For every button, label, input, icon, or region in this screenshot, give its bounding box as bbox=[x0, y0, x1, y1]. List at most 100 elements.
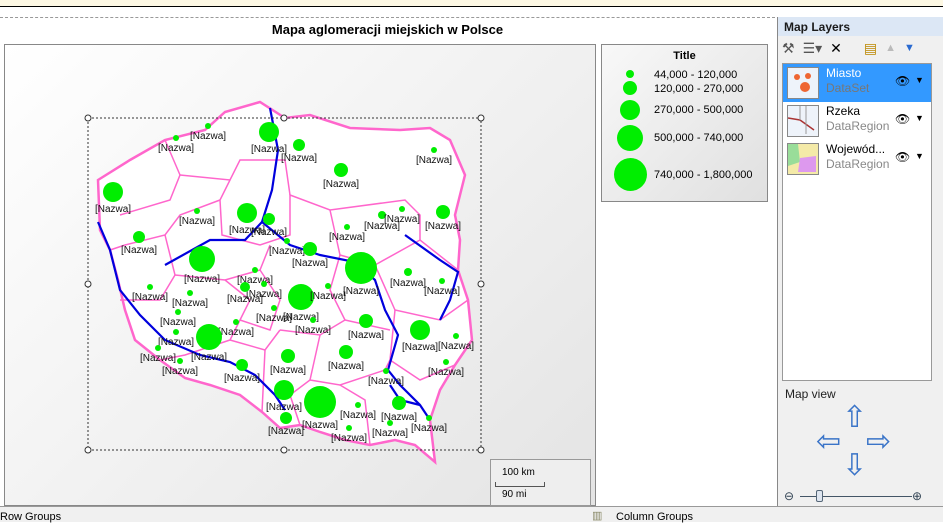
city-marker[interactable] bbox=[310, 317, 316, 323]
city-label: [Nazwa] bbox=[184, 274, 220, 285]
poland-map[interactable]: [Nazwa] [Nazwa] [Nazwa] [Nazwa] [Nazwa] [Nazw… bbox=[0, 0, 600, 506]
city-marker[interactable] bbox=[205, 123, 211, 129]
column-groups-label: Column Groups bbox=[616, 511, 694, 523]
city-label: [Nazwa] bbox=[227, 294, 263, 305]
zoom-thumb[interactable] bbox=[816, 490, 823, 502]
city-marker[interactable] bbox=[387, 420, 393, 426]
add-layer-wizard-icon[interactable]: ⚒ bbox=[782, 40, 795, 57]
zoom-out-icon[interactable]: ⊖ bbox=[784, 489, 794, 503]
city-label: [Nazwa] bbox=[428, 367, 464, 378]
city-marker[interactable] bbox=[187, 290, 193, 296]
city-marker[interactable] bbox=[252, 267, 258, 273]
layer-menu-chevron-icon[interactable]: ▼ bbox=[915, 75, 924, 85]
city-label: [Nazwa] bbox=[179, 216, 215, 227]
layer-item-wojewodztwa[interactable]: Wojewód... DataRegion 👁 ▼ bbox=[783, 140, 931, 178]
scale-bar: 100 km 90 mi bbox=[490, 459, 591, 506]
pan-down-icon[interactable]: ⇩ bbox=[842, 451, 867, 481]
city-marker[interactable] bbox=[196, 324, 222, 350]
city-marker[interactable] bbox=[325, 283, 331, 289]
city-marker[interactable] bbox=[236, 359, 248, 371]
layer-toolbar: ⚒ ☰▾ ✕ ▤ ▲ ▼ bbox=[778, 36, 943, 60]
zoom-in-icon[interactable]: ⊕ bbox=[912, 489, 922, 503]
layer-menu-chevron-icon[interactable]: ▼ bbox=[915, 151, 924, 161]
map-layers-panel: Map Layers ⚒ ☰▾ ✕ ▤ ▲ ▼ Miasto DataSet 👁… bbox=[777, 17, 943, 506]
city-marker[interactable] bbox=[237, 203, 257, 223]
city-label: [Nazwa] bbox=[95, 204, 131, 215]
layer-menu-chevron-icon[interactable]: ▼ bbox=[915, 113, 924, 123]
city-marker[interactable] bbox=[334, 163, 348, 177]
city-marker[interactable] bbox=[259, 122, 279, 142]
city-marker[interactable] bbox=[147, 284, 153, 290]
city-marker[interactable] bbox=[383, 368, 389, 374]
city-label: [Nazwa] bbox=[424, 286, 460, 297]
city-marker[interactable] bbox=[155, 345, 161, 351]
city-marker[interactable] bbox=[344, 224, 350, 230]
city-marker[interactable] bbox=[175, 309, 181, 315]
city-label: [Nazwa] bbox=[348, 330, 384, 341]
city-marker[interactable] bbox=[346, 425, 352, 431]
city-marker[interactable] bbox=[439, 278, 445, 284]
point-layer-icon bbox=[787, 67, 819, 99]
city-marker[interactable] bbox=[274, 380, 294, 400]
move-down-icon[interactable]: ▼ bbox=[904, 42, 915, 54]
city-label: [Nazwa] bbox=[158, 337, 194, 348]
city-marker[interactable] bbox=[103, 182, 123, 202]
city-marker[interactable] bbox=[263, 213, 275, 225]
legend-dot bbox=[626, 70, 634, 78]
city-marker[interactable] bbox=[355, 402, 361, 408]
zoom-slider[interactable]: ⊖ ⊕ bbox=[782, 489, 932, 505]
pan-left-icon[interactable]: ⇦ bbox=[816, 427, 841, 457]
city-label: [Nazwa] bbox=[140, 353, 176, 364]
city-marker[interactable] bbox=[173, 329, 179, 335]
city-marker[interactable] bbox=[271, 305, 277, 311]
visibility-eye-icon[interactable]: 👁 bbox=[895, 150, 910, 164]
map-legend: Title 44,000 - 120,000 120,000 - 270,000… bbox=[601, 44, 768, 202]
layer-item-miasto[interactable]: Miasto DataSet 👁 ▼ bbox=[783, 64, 931, 102]
city-marker[interactable] bbox=[443, 359, 449, 365]
panel-title: Map Layers bbox=[778, 17, 943, 36]
pan-up-icon[interactable]: ⇧ bbox=[842, 403, 867, 433]
city-marker[interactable] bbox=[392, 396, 406, 410]
city-marker[interactable] bbox=[281, 349, 295, 363]
add-layer-dropdown-icon[interactable]: ☰▾ bbox=[803, 40, 823, 57]
city-marker[interactable] bbox=[303, 242, 317, 256]
visibility-eye-icon[interactable]: 👁 bbox=[895, 74, 910, 88]
city-marker[interactable] bbox=[293, 139, 305, 151]
pan-right-icon[interactable]: ⇨ bbox=[866, 427, 891, 457]
city-marker[interactable] bbox=[359, 314, 373, 328]
city-marker[interactable] bbox=[431, 147, 437, 153]
city-label: [Nazwa] bbox=[281, 153, 317, 164]
city-label: [Nazwa] bbox=[162, 366, 198, 377]
city-marker[interactable] bbox=[194, 208, 200, 214]
layer-properties-icon[interactable]: ▤ bbox=[864, 40, 877, 57]
scale-line bbox=[495, 482, 545, 487]
city-marker[interactable] bbox=[261, 281, 267, 287]
move-up-icon[interactable]: ▲ bbox=[885, 42, 896, 54]
city-marker[interactable] bbox=[453, 333, 459, 339]
delete-layer-icon[interactable]: ✕ bbox=[830, 40, 842, 57]
grouping-pane: Row Groups ▥ Column Groups bbox=[0, 506, 943, 523]
city-marker[interactable] bbox=[304, 386, 336, 418]
layer-item-rzeka[interactable]: Rzeka DataRegion 👁 ▼ bbox=[783, 102, 931, 140]
city-marker[interactable] bbox=[240, 282, 250, 292]
city-marker[interactable] bbox=[404, 268, 412, 276]
city-marker[interactable] bbox=[177, 358, 183, 364]
city-marker[interactable] bbox=[173, 135, 179, 141]
city-marker[interactable] bbox=[284, 238, 290, 244]
city-marker[interactable] bbox=[426, 415, 432, 421]
city-marker[interactable] bbox=[189, 246, 215, 272]
legend-title: Title bbox=[673, 50, 696, 62]
city-label: [Nazwa] bbox=[328, 361, 364, 372]
city-marker[interactable] bbox=[345, 252, 377, 284]
visibility-eye-icon[interactable]: 👁 bbox=[895, 112, 910, 126]
city-label: [Nazwa] bbox=[292, 258, 328, 269]
city-marker[interactable] bbox=[410, 320, 430, 340]
city-marker[interactable] bbox=[436, 205, 450, 219]
city-marker[interactable] bbox=[399, 206, 405, 212]
city-marker[interactable] bbox=[233, 319, 239, 325]
column-groups-icon: ▥ bbox=[592, 510, 603, 522]
city-marker[interactable] bbox=[339, 345, 353, 359]
city-marker[interactable] bbox=[280, 412, 292, 424]
legend-dot bbox=[623, 81, 637, 95]
city-marker[interactable] bbox=[133, 231, 145, 243]
